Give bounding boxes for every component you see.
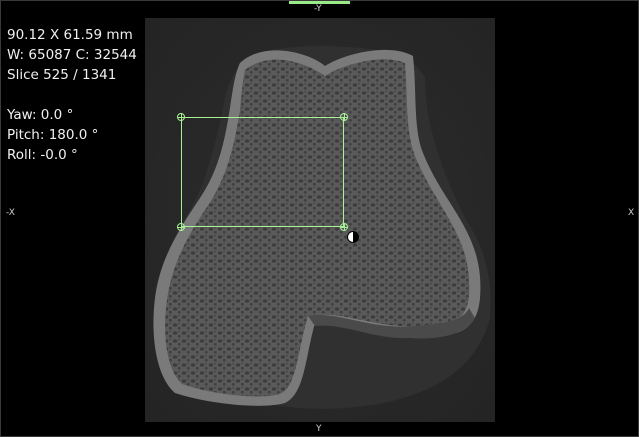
- slice-indicator: Slice 525 / 1341: [7, 67, 117, 83]
- scan-dimensions: 90.12 X 61.59 mm: [7, 27, 133, 43]
- yaw-value: Yaw: 0.0 °: [7, 107, 74, 123]
- window-level: W: 65087 C: 32544: [7, 47, 137, 63]
- roi-handle-top-right-icon[interactable]: [340, 113, 348, 121]
- axis-label-right: X: [628, 208, 635, 218]
- pitch-value: Pitch: 180.0 °: [7, 127, 99, 143]
- axis-label-top: -Y: [314, 4, 322, 14]
- axis-label-bottom: Y: [316, 424, 322, 434]
- roi-handle-top-left-icon[interactable]: [177, 113, 185, 121]
- mouse-cursor-icon: [347, 231, 359, 243]
- roll-value: Roll: -0.0 °: [7, 147, 78, 163]
- roi-rectangle[interactable]: [181, 117, 344, 227]
- axis-label-left: -X: [6, 208, 15, 218]
- roi-handle-bottom-left-icon[interactable]: [177, 223, 185, 231]
- scan-info-overlay: 90.12 X 61.59 mm W: 65087 C: 32544 Slice…: [7, 25, 137, 165]
- ct-slice-viewport[interactable]: 90.12 X 61.59 mm W: 65087 C: 32544 Slice…: [0, 0, 639, 437]
